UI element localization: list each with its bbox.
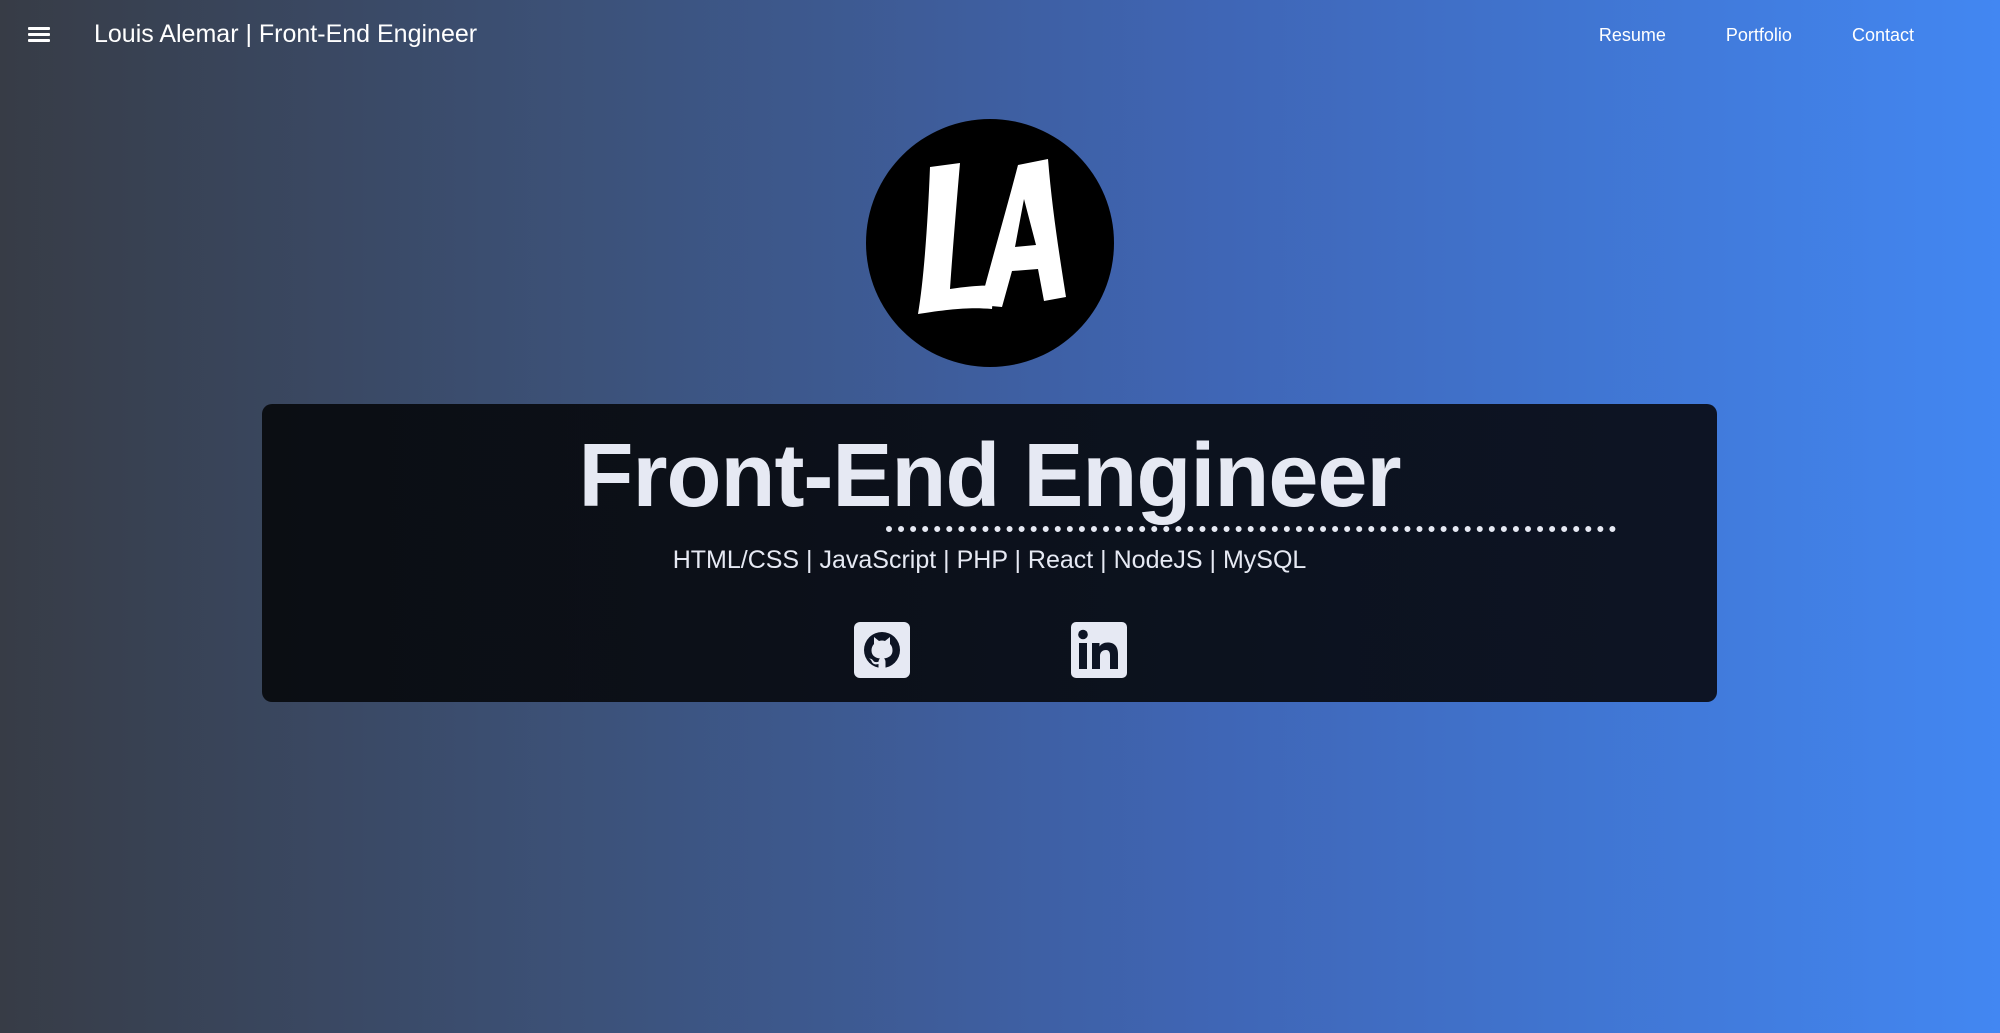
skills-list: HTML/CSS | JavaScript | PHP | React | No… bbox=[672, 546, 1307, 574]
linkedin-link[interactable] bbox=[1071, 622, 1127, 678]
nav-link-resume[interactable]: Resume bbox=[1569, 22, 1696, 48]
hamburger-menu-icon[interactable] bbox=[26, 24, 52, 46]
github-link[interactable] bbox=[854, 622, 910, 678]
nav-link-contact[interactable]: Contact bbox=[1822, 22, 1944, 48]
site-title[interactable]: Louis Alemar | Front-End Engineer bbox=[94, 18, 477, 50]
la-logo-monogram bbox=[918, 159, 1066, 314]
navbar: Louis Alemar | Front-End Engineer Resume… bbox=[0, 0, 2000, 70]
github-icon bbox=[854, 622, 910, 678]
hero-title: Front-End Engineer bbox=[578, 426, 1402, 526]
dotted-divider bbox=[886, 526, 1616, 532]
nav-link-portfolio[interactable]: Portfolio bbox=[1696, 22, 1822, 48]
la-logo bbox=[866, 119, 1114, 367]
nav-links: Resume Portfolio Contact bbox=[1569, 22, 1944, 48]
linkedin-icon bbox=[1071, 622, 1127, 678]
hero-card: Front-End Engineer HTML/CSS | JavaScript… bbox=[262, 404, 1717, 702]
